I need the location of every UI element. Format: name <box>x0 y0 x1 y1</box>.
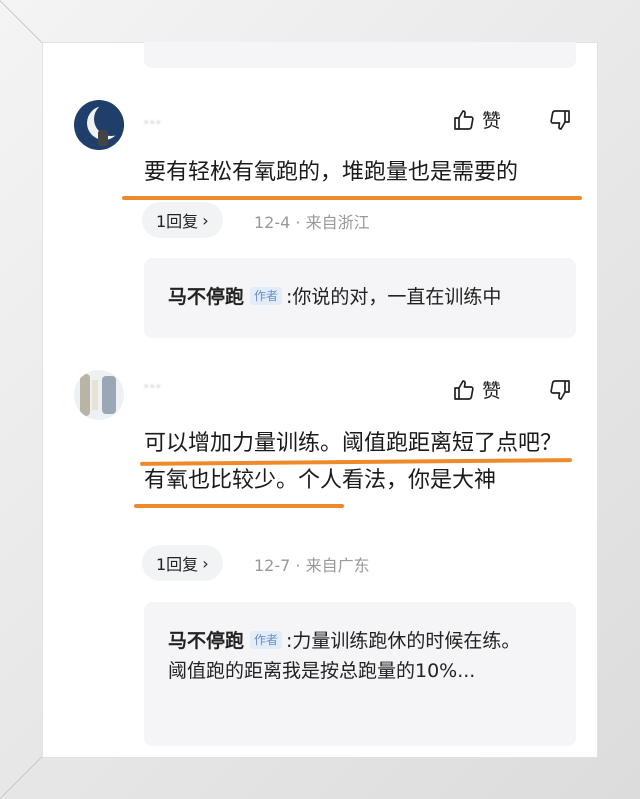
reply-count-label: 1回复 <box>156 212 199 231</box>
reply-author[interactable]: 马不停跑 <box>168 286 244 308</box>
comment-meta: 12-4 · 来自浙江 <box>254 213 370 232</box>
view-replies-button[interactable]: 1回复 › <box>142 545 223 581</box>
avatar[interactable] <box>74 100 124 150</box>
comment-meta: 12-7 · 来自广东 <box>254 556 370 575</box>
frame-corner <box>0 0 43 44</box>
frame-corner <box>0 755 44 799</box>
like-button[interactable]: 赞 <box>452 106 501 133</box>
comment-screen: ··· 赞 要有轻松有氧跑的，堆跑量也是需要的 1回复 › 12-4 · 来自浙… <box>42 42 598 758</box>
highlight-underline <box>134 504 344 508</box>
dislike-button[interactable] <box>548 378 572 402</box>
like-label: 赞 <box>482 110 502 132</box>
author-badge: 作者 <box>250 631 283 649</box>
reply-text: :你说的对，一直在训练中 <box>286 286 502 308</box>
reply-box[interactable]: 马不停跑 作者:你说的对，一直在训练中 <box>144 258 576 338</box>
view-replies-button[interactable]: 1回复 › <box>142 202 223 238</box>
reply-text: 阈值跑的距离我是按总跑量的10%... <box>168 660 476 682</box>
avatar[interactable] <box>74 370 124 420</box>
chevron-right-icon: › <box>202 210 209 230</box>
reply-box[interactable]: 马不停跑 作者:力量训练跑休的时候在练。 阈值跑的距离我是按总跑量的10%... <box>144 602 576 746</box>
username[interactable]: ··· <box>144 116 162 131</box>
thumbs-up-icon <box>452 378 476 402</box>
comment-text: 要有轻松有氧跑的，堆跑量也是需要的 <box>144 160 519 185</box>
like-label: 赞 <box>482 380 502 402</box>
reply-author[interactable]: 马不停跑 <box>168 630 244 652</box>
thumbs-down-icon <box>548 378 572 402</box>
like-button[interactable]: 赞 <box>452 376 501 403</box>
reply-count-label: 1回复 <box>156 555 199 574</box>
highlight-underline <box>122 196 582 200</box>
reply-text: :力量训练跑休的时候在练。 <box>286 630 521 652</box>
chevron-right-icon: › <box>202 553 209 573</box>
dislike-button[interactable] <box>548 108 572 132</box>
thumbs-up-icon <box>452 108 476 132</box>
username[interactable]: ··· <box>144 380 162 395</box>
thumbs-down-icon <box>548 108 572 132</box>
author-badge: 作者 <box>250 287 283 305</box>
previous-reply-box <box>144 42 576 68</box>
